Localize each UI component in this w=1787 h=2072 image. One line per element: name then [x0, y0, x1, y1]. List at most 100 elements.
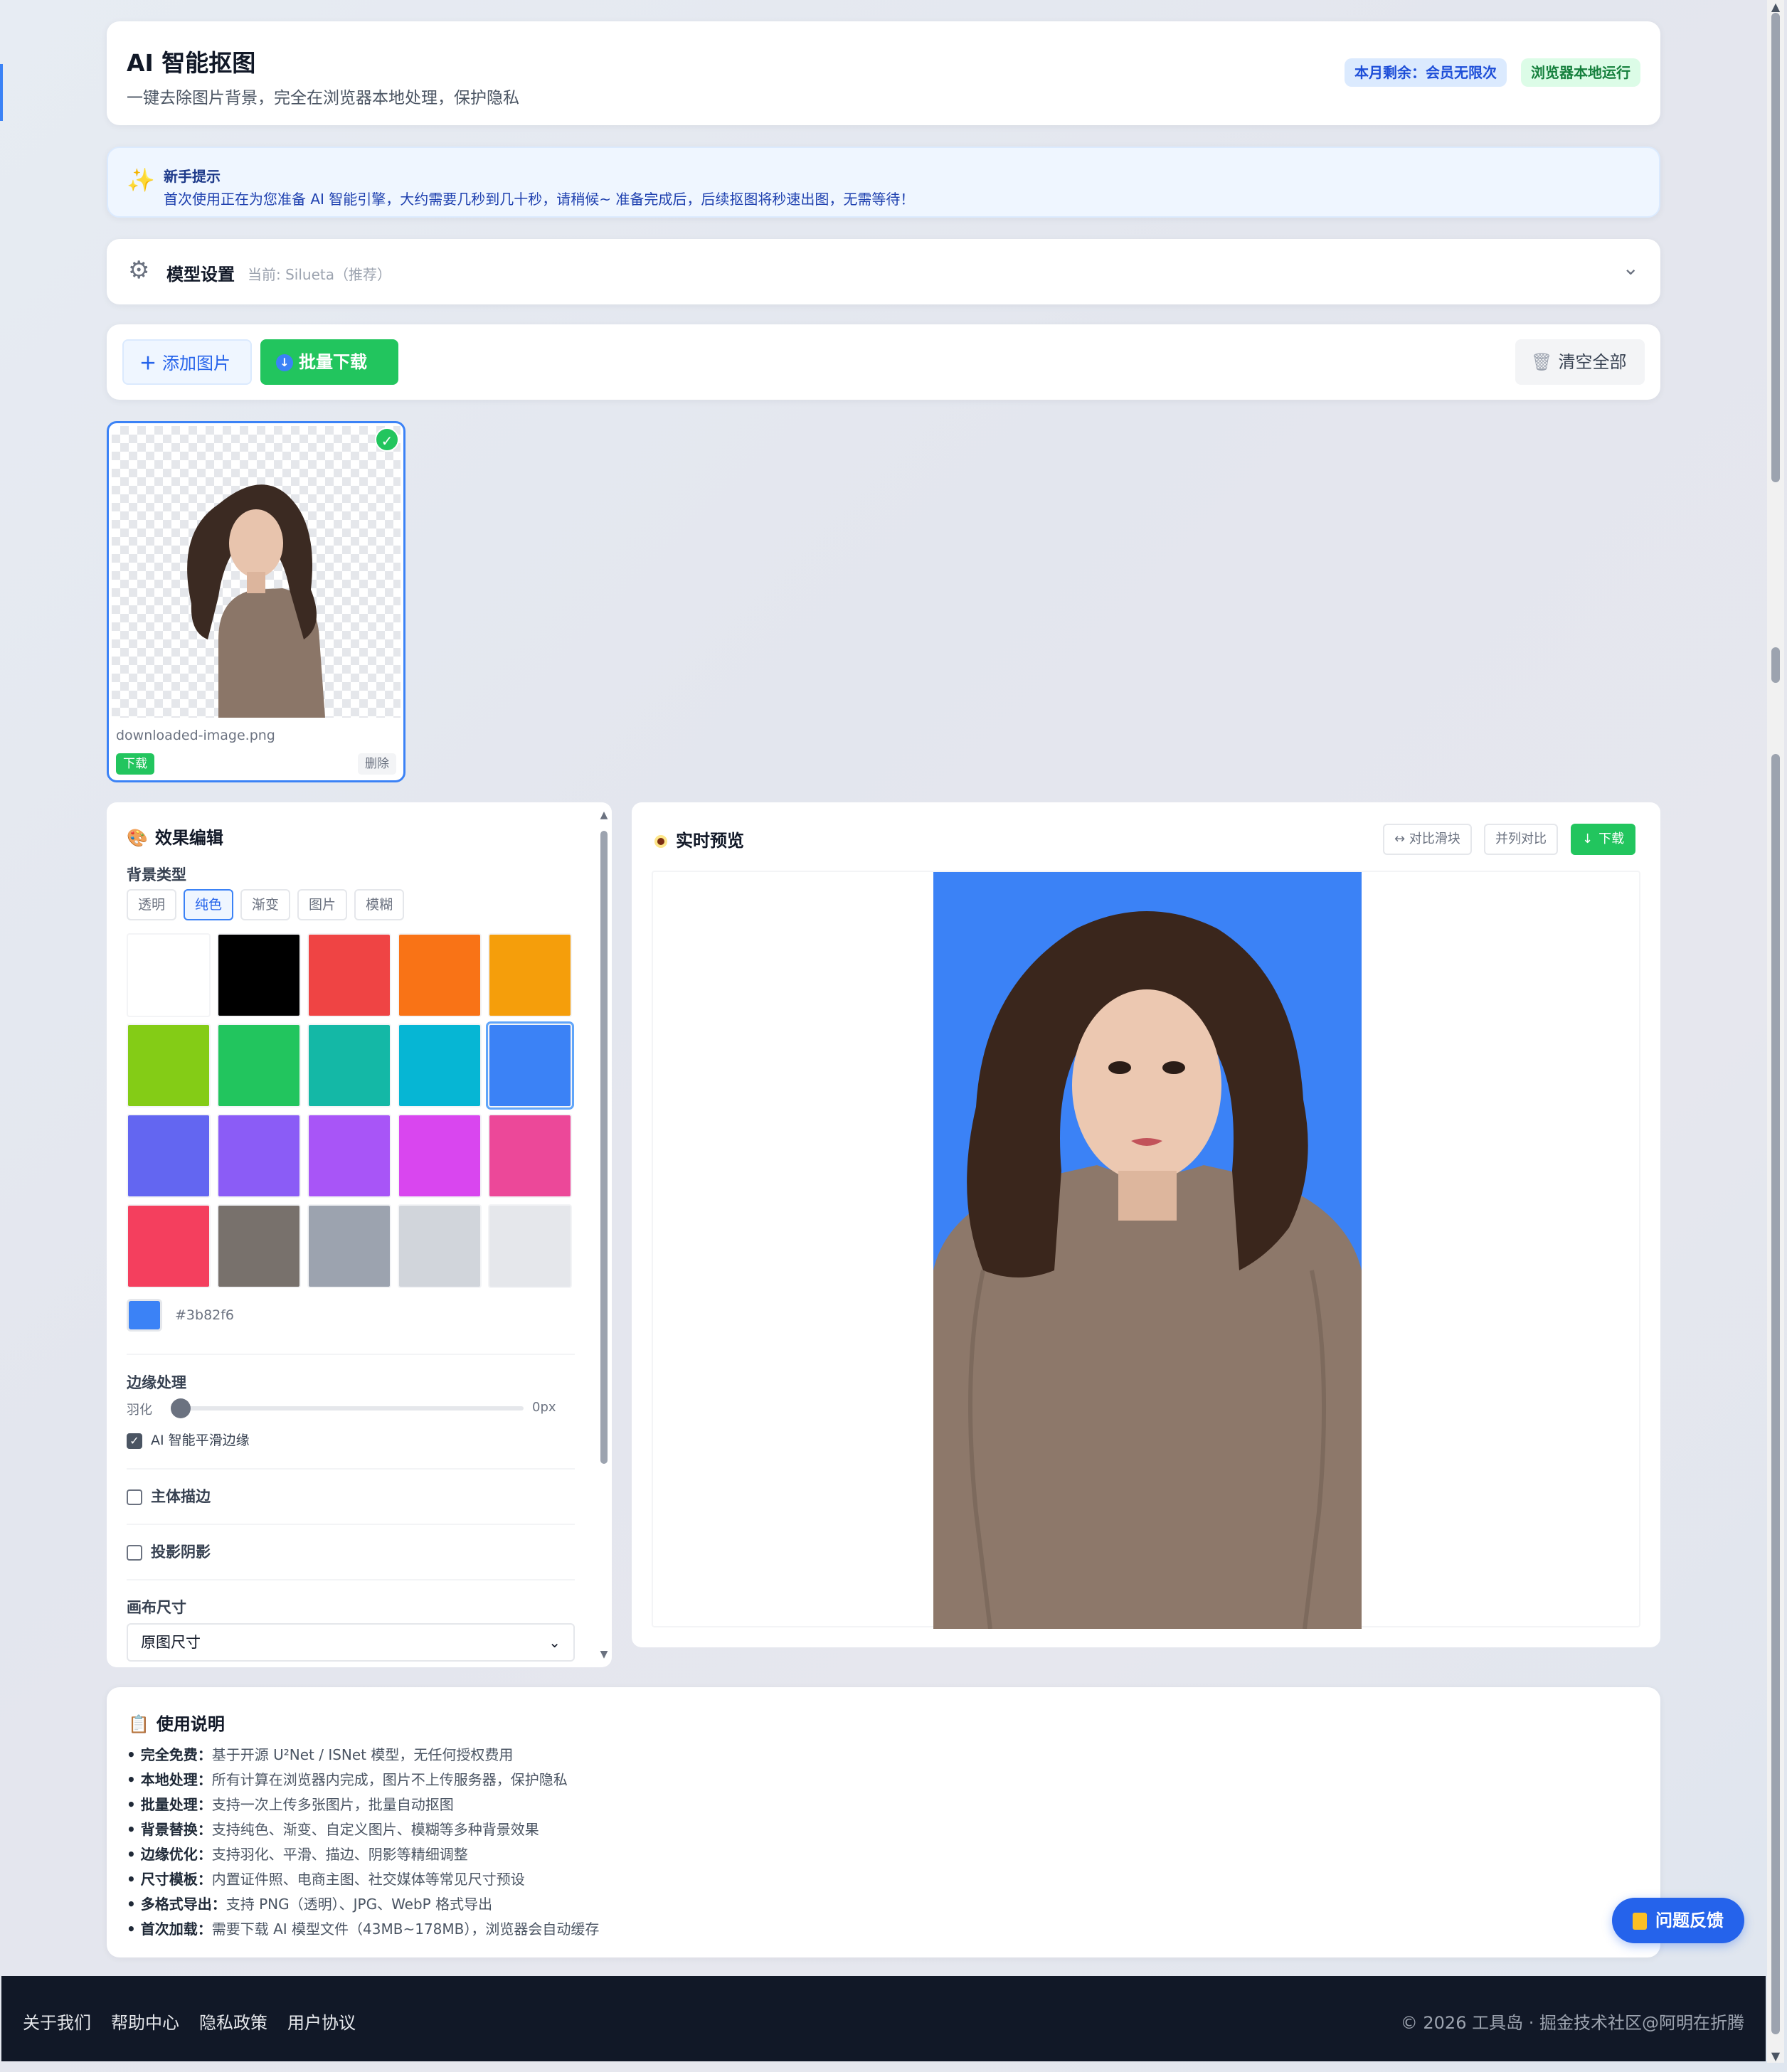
color-swatch[interactable]	[398, 1024, 482, 1107]
page-header: AI 智能抠图 一键去除图片背景，完全在浏览器本地处理，保护隐私 本月剩余：会员…	[107, 21, 1660, 125]
editor-title-text: 效果编辑	[154, 828, 223, 848]
shadow-option[interactable]: 投影阴影	[127, 1541, 211, 1562]
divider	[127, 1579, 575, 1580]
feedback-icon	[1633, 1913, 1647, 1930]
image-thumbnail-card[interactable]: ✓ downloaded-image.png 下载 删除	[107, 421, 405, 782]
preview-title-text: 实时预览	[676, 831, 744, 851]
feather-label: 羽化	[127, 1403, 152, 1418]
batch-download-button[interactable]: ↓ 批量下载	[260, 339, 398, 385]
feedback-button[interactable]: 问题反馈	[1612, 1898, 1744, 1943]
clipboard-icon: 📋	[128, 1714, 149, 1734]
live-preview-panel: 实时预览 ↔ 对比滑块 并列对比 ↓ 下载	[632, 802, 1660, 1647]
model-settings-title: 模型设置	[166, 265, 235, 285]
woman-portrait-image	[933, 911, 1362, 1629]
color-swatch[interactable]	[127, 1204, 211, 1288]
outline-label: 主体描边	[151, 1488, 211, 1505]
color-swatch[interactable]	[488, 1114, 572, 1198]
divider	[127, 1468, 575, 1470]
compare-slider-button[interactable]: ↔ 对比滑块	[1383, 824, 1472, 855]
bg-tab[interactable]: 渐变	[240, 889, 291, 920]
page-scroll-thumb[interactable]	[1771, 754, 1780, 2034]
thumbnail-image[interactable]	[112, 426, 401, 718]
quota-badge: 本月剩余：会员无限次	[1345, 58, 1507, 87]
editor-title: 🎨 效果编辑	[127, 824, 223, 849]
usage-item: • 尺寸模板：内置证件照、电商主图、社交媒体等常见尺寸预设	[127, 1871, 525, 1888]
color-swatch[interactable]	[127, 1114, 211, 1198]
color-swatch[interactable]	[307, 1024, 391, 1107]
chevron-down-icon[interactable]: ⌄	[1623, 256, 1639, 280]
thumbnail-filename: downloaded-image.png	[116, 728, 275, 743]
page-scrollbar[interactable]: ▲ ▼	[1767, 0, 1784, 2063]
outline-option[interactable]: 主体描边	[127, 1485, 211, 1507]
canvas-size-select[interactable]: 原图尺寸 ⌄	[127, 1623, 575, 1662]
bg-tab[interactable]: 图片	[297, 889, 348, 920]
page-title: AI 智能抠图	[127, 49, 256, 77]
usage-item: • 批量处理：支持一次上传多张图片，批量自动抠图	[127, 1796, 454, 1813]
trash-icon: 🗑	[1531, 352, 1553, 372]
color-swatch[interactable]	[398, 933, 482, 1017]
current-color-picker[interactable]	[127, 1299, 162, 1332]
add-image-button[interactable]: ＋ 添加图片	[122, 339, 252, 385]
shadow-label: 投影阴影	[151, 1544, 211, 1561]
footer-links: 关于我们 帮助中心 隐私政策 用户协议	[23, 2009, 376, 2034]
color-swatch[interactable]	[398, 1204, 482, 1288]
color-swatch[interactable]	[488, 933, 572, 1017]
page-subtitle: 一键去除图片背景，完全在浏览器本地处理，保护隐私	[127, 89, 519, 107]
color-swatch[interactable]	[217, 1114, 301, 1198]
outline-checkbox[interactable]	[127, 1489, 142, 1505]
footer-link[interactable]: 关于我们	[23, 2013, 91, 2033]
clear-all-button[interactable]: 🗑 清空全部	[1515, 339, 1645, 385]
feather-slider-handle[interactable]	[171, 1398, 191, 1418]
feather-slider-track[interactable]	[178, 1406, 524, 1410]
bg-tab[interactable]: 模糊	[354, 889, 405, 920]
color-swatch[interactable]	[217, 1024, 301, 1107]
color-swatch[interactable]	[127, 1024, 211, 1107]
preview-download-button[interactable]: ↓ 下载	[1571, 824, 1636, 855]
scroll-up-icon[interactable]: ▲	[1767, 0, 1784, 14]
color-swatch[interactable]	[398, 1114, 482, 1198]
color-swatch[interactable]	[127, 933, 211, 1017]
preview-image	[933, 872, 1362, 1629]
thumbnail-download-button[interactable]: 下载	[116, 753, 154, 775]
usage-item: • 背景替换：支持纯色、渐变、自定义图片、模糊等多种背景效果	[127, 1821, 539, 1838]
scroll-up-icon[interactable]: ▲	[598, 809, 610, 821]
editor-scroll-thumb[interactable]	[600, 831, 608, 1464]
color-swatch[interactable]	[488, 1204, 572, 1288]
color-swatch[interactable]	[217, 1204, 301, 1288]
scroll-down-icon[interactable]: ▼	[1767, 2049, 1784, 2063]
color-swatch[interactable]	[307, 1204, 391, 1288]
edge-label: 边缘处理	[127, 1374, 186, 1391]
model-settings-panel[interactable]: ⚙ 模型设置 当前: Silueta（推荐） ⌄	[107, 239, 1660, 304]
thumbnail-delete-button[interactable]: 删除	[358, 753, 396, 775]
done-check-icon: ✓	[375, 427, 399, 452]
tip-text: 首次使用正在为您准备 AI 智能引擎，大约需要几秒到几十秒，请稍候~ 准备完成后…	[164, 191, 915, 208]
color-swatch[interactable]	[217, 933, 301, 1017]
shadow-checkbox[interactable]	[127, 1545, 142, 1561]
plus-icon: ＋	[139, 354, 157, 373]
local-run-badge: 浏览器本地运行	[1521, 58, 1640, 87]
scroll-down-icon[interactable]: ▼	[598, 1649, 610, 1660]
editor-scrollbar[interactable]: ▲ ▼	[598, 809, 610, 1660]
usage-title-text: 使用说明	[156, 1714, 225, 1734]
bg-tab[interactable]: 纯色	[184, 889, 234, 920]
usage-instructions: 📋 使用说明 • 完全免费：基于开源 U²Net / ISNet 模型，无任何授权…	[107, 1687, 1660, 1957]
download-icon: ↓	[276, 354, 293, 371]
color-swatch[interactable]	[486, 1021, 574, 1110]
footer-link[interactable]: 帮助中心	[111, 2013, 179, 2033]
smooth-edge-option[interactable]: ✓ AI 智能平滑边缘	[127, 1430, 250, 1449]
color-swatch[interactable]	[307, 1114, 391, 1198]
footer-link[interactable]: 用户协议	[287, 2013, 356, 2033]
tip-title: 新手提示	[164, 168, 221, 185]
feedback-label: 问题反馈	[1655, 1911, 1724, 1930]
smooth-edge-checkbox[interactable]: ✓	[127, 1433, 142, 1449]
eye-icon	[654, 835, 667, 848]
color-swatch[interactable]	[307, 933, 391, 1017]
effect-editor-panel: 🎨 效果编辑 背景类型 透明 纯色 渐变 图片 模糊 #3b82f6 边缘处理 羽化 0p…	[107, 802, 612, 1667]
current-model: 当前: Silueta（推荐）	[248, 266, 391, 283]
footer-link[interactable]: 隐私政策	[199, 2013, 267, 2033]
page-scroll-thumb[interactable]	[1771, 13, 1780, 482]
preview-stage	[652, 871, 1640, 1629]
page-scroll-thumb[interactable]	[1771, 647, 1780, 683]
side-by-side-button[interactable]: 并列对比	[1484, 824, 1558, 855]
bg-tab[interactable]: 透明	[127, 889, 177, 920]
